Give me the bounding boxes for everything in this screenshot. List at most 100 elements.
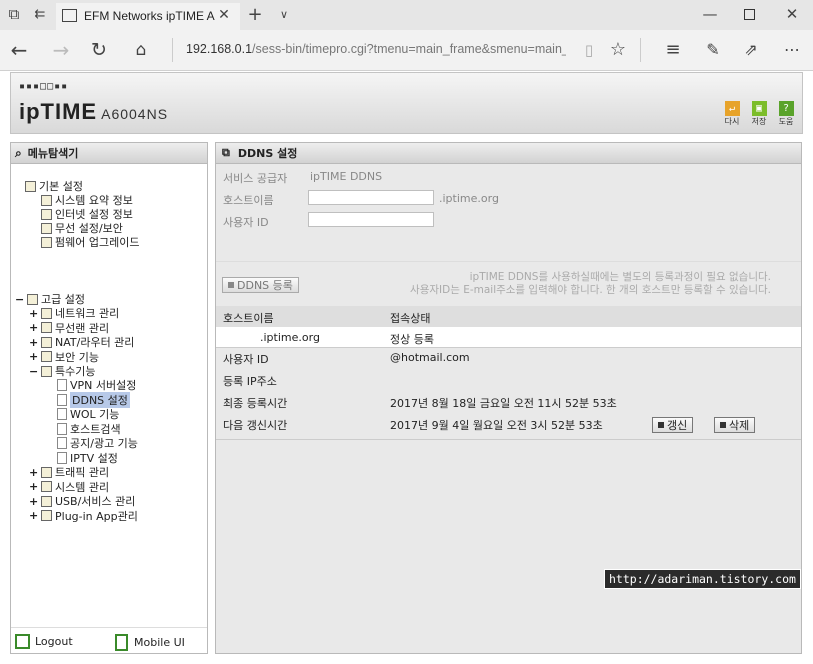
address-toolbar: ← → ↻ ⌂ 192.168.0.1/sess-bin/timepro.cgi… xyxy=(0,30,813,71)
mobile-ui-label: Mobile UI xyxy=(134,636,185,649)
share-icon[interactable]: ⇗ xyxy=(740,39,762,59)
ddns-panel: ⧉ DDNS 설정 서비스 공급자 ipTIME DDNS 호스트이름 .ipt… xyxy=(215,142,802,654)
home-icon[interactable]: ⌂ xyxy=(130,40,152,60)
menu-advanced-item[interactable]: + 트래픽 관리 xyxy=(29,465,109,480)
url-field[interactable]: 192.168.0.1/sess-bin/timepro.cgi?tmenu=m… xyxy=(186,42,566,56)
menu-advanced-item[interactable]: + 네트워크 관리 xyxy=(29,306,119,321)
maximize-icon[interactable] xyxy=(744,9,755,20)
efm-logo-icon: ▪▪▪□□▪▪ xyxy=(19,81,69,92)
close-tab-icon[interactable]: ✕ xyxy=(216,7,232,23)
header-action-label: 도움 xyxy=(778,117,794,126)
menu-basic-item[interactable]: 펌웨어 업그레이드 xyxy=(41,235,139,249)
menu-explorer-title: 메뉴탐색기 xyxy=(27,147,79,160)
new-tab-icon[interactable]: + xyxy=(246,4,264,25)
header-actions: ↵ 다시 ▣ 저장? 도움 xyxy=(721,101,797,127)
search-menu-icon: ⌕ xyxy=(15,145,22,160)
reading-view-icon[interactable]: ▯ xyxy=(580,40,598,60)
row-status: 정상 등록 xyxy=(390,333,434,346)
delete-button[interactable]: 삭제 xyxy=(714,417,756,433)
collapse-icon[interactable]: − xyxy=(15,293,24,306)
menu-advanced-item[interactable]: + Plug-in App관리 xyxy=(29,509,138,523)
menu-basic-item[interactable]: 인터넷 설정 정보 xyxy=(41,207,133,221)
router-header: ▪▪▪□□▪▪ ipTIME A6004NS ↵ 다시 ▣ 저장? 도움 xyxy=(10,72,803,134)
provider-label: 서비스 공급자 xyxy=(223,172,288,185)
close-window-icon[interactable]: ✕ xyxy=(782,5,802,23)
back-icon[interactable]: ← xyxy=(8,38,30,62)
menu-special-item[interactable]: 호스트검색 xyxy=(57,422,121,436)
divider xyxy=(640,38,641,62)
favorite-star-icon[interactable]: ☆ xyxy=(608,39,628,60)
help-action[interactable]: ? 도움 xyxy=(775,101,797,127)
detail-label: 등록 IP주소 xyxy=(223,375,277,388)
brand-logo: ipTIME A6004NS xyxy=(19,99,168,125)
mobile-ui-button[interactable]: Mobile UI xyxy=(115,634,185,651)
more-icon[interactable]: ⋯ xyxy=(780,39,804,59)
host-table-row[interactable]: .iptime.org 정상 등록 xyxy=(216,327,801,348)
detail-value: 2017년 9월 4일 월요일 오전 3시 52분 53초 xyxy=(390,419,603,432)
menu-advanced-item[interactable]: + NAT/라우터 관리 xyxy=(29,335,134,350)
tab-preview-icon[interactable]: ∨ xyxy=(276,5,292,23)
page-icon xyxy=(57,451,67,464)
expand-icon[interactable]: + xyxy=(29,336,38,349)
mobile-icon xyxy=(115,634,128,651)
forward-icon[interactable]: → xyxy=(50,38,72,62)
renew-icon xyxy=(658,422,664,428)
logout-button[interactable]: Logout xyxy=(15,634,73,649)
header-action-label: 저장 xyxy=(751,117,767,126)
renew-label: 갱신 xyxy=(667,419,688,432)
page-icon xyxy=(57,408,67,420)
folder-icon xyxy=(41,222,52,234)
menu-special-item[interactable]: VPN 서버설정 xyxy=(57,378,136,392)
renew-button[interactable]: 갱신 xyxy=(652,417,694,433)
refresh-icon: ↵ xyxy=(724,101,740,116)
menu-explorer: ⌕ 메뉴탐색기 기본 설정 시스템 요약 정보 인터넷 설정 정보 무선 설정/보안 펌… xyxy=(10,142,208,654)
minimize-icon[interactable]: — xyxy=(700,5,720,23)
menu-advanced-item[interactable]: + 보안 기능 xyxy=(29,350,99,364)
menu-special-item[interactable]: WOL 기능 xyxy=(57,407,119,421)
menu-basic-item[interactable]: 무선 설정/보안 xyxy=(41,221,123,235)
menu-advanced-item[interactable]: + USB/서비스 관리 xyxy=(29,494,135,509)
notice-line-2: 사용자ID는 E-mail주소를 입력해야 합니다. 한 개의 호스트만 등록할… xyxy=(410,284,771,296)
menu-special-functions[interactable]: − 특수기능 xyxy=(29,364,95,379)
menu-special-item[interactable]: IPTV 설정 xyxy=(57,451,118,465)
register-icon xyxy=(228,282,234,288)
refresh-action[interactable]: ↵ 다시 xyxy=(721,101,743,127)
folder-icon xyxy=(27,293,38,305)
menu-special-item[interactable]: DDNS 설정 xyxy=(57,391,130,408)
expand-icon[interactable]: + xyxy=(29,495,38,508)
web-note-icon[interactable]: ✎ xyxy=(702,39,724,59)
folder-icon xyxy=(41,208,52,220)
register-label: DDNS 등록 xyxy=(237,279,293,292)
collapse-icon[interactable]: − xyxy=(29,365,38,378)
expand-icon[interactable]: + xyxy=(29,350,38,363)
brand-name: ipTIME xyxy=(19,99,98,124)
header-action-label: 다시 xyxy=(724,117,740,126)
host-input[interactable] xyxy=(308,190,434,205)
menu-advanced-settings[interactable]: − 고급 설정 xyxy=(15,292,85,307)
menu-basic-settings[interactable]: 기본 설정 xyxy=(25,179,83,193)
expand-icon[interactable]: + xyxy=(29,307,38,320)
settings-page-icon: ⧉ xyxy=(222,146,230,159)
save-action[interactable]: ▣ 저장 xyxy=(748,101,770,127)
folder-icon xyxy=(25,180,36,192)
tab-list-icon[interactable]: ⧉ xyxy=(6,5,22,23)
menu-special-item[interactable]: 공지/광고 기능 xyxy=(57,436,138,450)
expand-icon[interactable]: + xyxy=(29,509,38,522)
expand-icon[interactable]: + xyxy=(29,466,38,479)
user-id-input[interactable] xyxy=(308,212,434,227)
set-tabs-aside-icon[interactable]: ⇇ xyxy=(32,6,48,22)
folder-icon xyxy=(41,322,52,333)
menu-advanced-item[interactable]: + 시스템 관리 xyxy=(29,480,109,494)
col-host: 호스트이름 xyxy=(223,312,274,325)
ddns-register-button[interactable]: DDNS 등록 xyxy=(222,277,299,293)
refresh-icon[interactable]: ↻ xyxy=(88,39,110,61)
hub-icon[interactable]: ≡ xyxy=(662,39,684,60)
expand-icon[interactable]: + xyxy=(29,480,38,493)
expand-icon[interactable]: + xyxy=(29,321,38,334)
menu-advanced-item[interactable]: + 무선랜 관리 xyxy=(29,321,109,335)
folder-icon xyxy=(41,351,52,362)
menu-basic-item[interactable]: 시스템 요약 정보 xyxy=(41,193,133,207)
folder-icon xyxy=(41,365,52,377)
browser-tab[interactable]: EFM Networks ipTIME A ✕ xyxy=(56,3,240,30)
save-icon: ▣ xyxy=(751,101,767,116)
